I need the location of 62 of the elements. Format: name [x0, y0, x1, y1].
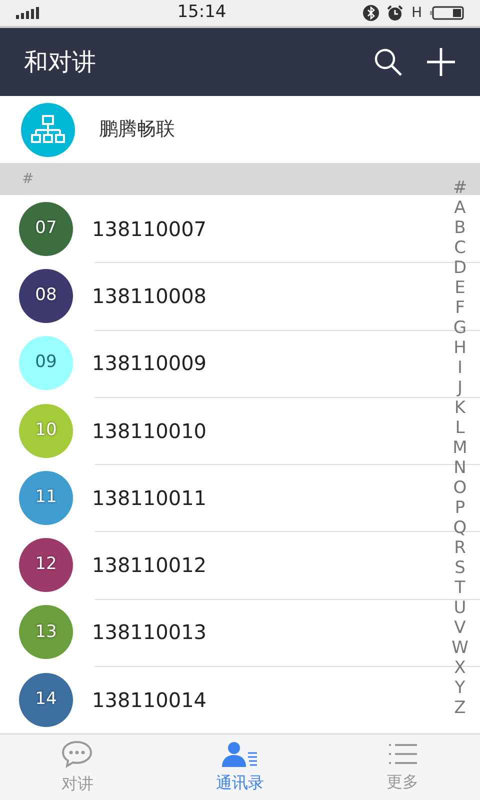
contact-avatar: 07 [19, 202, 73, 256]
index-letter[interactable]: # [448, 178, 472, 198]
contact-number: 138110007 [92, 216, 207, 243]
index-letter[interactable]: B [448, 218, 472, 238]
contacts-icon [222, 740, 258, 766]
battery-icon [430, 6, 464, 20]
organization-row[interactable]: 鹏腾畅联 [0, 96, 480, 163]
index-letter[interactable]: S [448, 558, 472, 578]
contact-avatar: 10 [19, 404, 73, 458]
index-letter[interactable]: C [448, 238, 472, 258]
contact-avatar: 12 [19, 538, 73, 592]
index-letter[interactable]: W [448, 638, 472, 658]
signal-icon [16, 7, 40, 19]
chat-bubble-icon [61, 740, 94, 768]
contact-number: 138110010 [92, 418, 207, 445]
index-letter[interactable]: J [448, 378, 472, 398]
index-letter[interactable]: L [448, 418, 472, 438]
index-letter[interactable]: D [448, 258, 472, 278]
index-letter[interactable]: X [448, 658, 472, 678]
list-icon [388, 742, 417, 766]
index-letter[interactable]: U [448, 598, 472, 618]
index-letter[interactable]: M [448, 438, 472, 458]
contact-avatar: 11 [19, 470, 73, 525]
index-letter[interactable]: G [448, 318, 472, 338]
add-icon[interactable] [426, 47, 456, 77]
index-letter[interactable]: E [448, 278, 472, 298]
contact-avatar: 14 [19, 672, 73, 727]
index-letter[interactable]: R [448, 538, 472, 558]
network-type: H [411, 4, 422, 22]
index-letter[interactable]: A [448, 198, 472, 218]
tab[interactable]: 对讲 [0, 735, 155, 800]
contact-number: 138110013 [92, 619, 207, 646]
index-letter[interactable]: T [448, 578, 472, 598]
index-letter[interactable]: P [448, 498, 472, 518]
alarm-icon [387, 5, 404, 21]
search-icon[interactable] [374, 48, 402, 76]
index-letter[interactable]: O [448, 478, 472, 498]
index-letter[interactable]: H [448, 338, 472, 358]
index-letter[interactable]: I [448, 358, 472, 378]
clock-time: 15:14 [177, 1, 226, 24]
index-letter[interactable]: Q [448, 518, 472, 538]
org-chart-icon [31, 114, 65, 144]
app-title: 和对讲 [24, 47, 97, 78]
index-letter[interactable]: Y [448, 678, 472, 698]
contact-avatar: 08 [19, 268, 73, 323]
bluetooth-icon [363, 5, 380, 21]
contact-number: 138110014 [92, 686, 207, 714]
contact-number: 138110011 [92, 484, 207, 512]
contact-avatar: 13 [19, 605, 73, 660]
section-header: # [22, 170, 34, 188]
contact-avatar: 09 [19, 336, 73, 390]
contact-number: 138110008 [92, 282, 207, 310]
index-letter[interactable]: V [448, 618, 472, 638]
contact-number: 138110012 [92, 552, 207, 580]
index-letter[interactable]: K [448, 398, 472, 418]
tab[interactable]: 更多 [325, 735, 480, 800]
organization-name: 鹏腾畅联 [99, 117, 175, 142]
index-letter[interactable]: F [448, 298, 472, 318]
contact-number: 138110009 [92, 350, 207, 378]
index-letter[interactable]: N [448, 458, 472, 478]
index-letter[interactable]: Z [448, 698, 472, 718]
tab[interactable]: 通讯录 [154, 735, 326, 800]
